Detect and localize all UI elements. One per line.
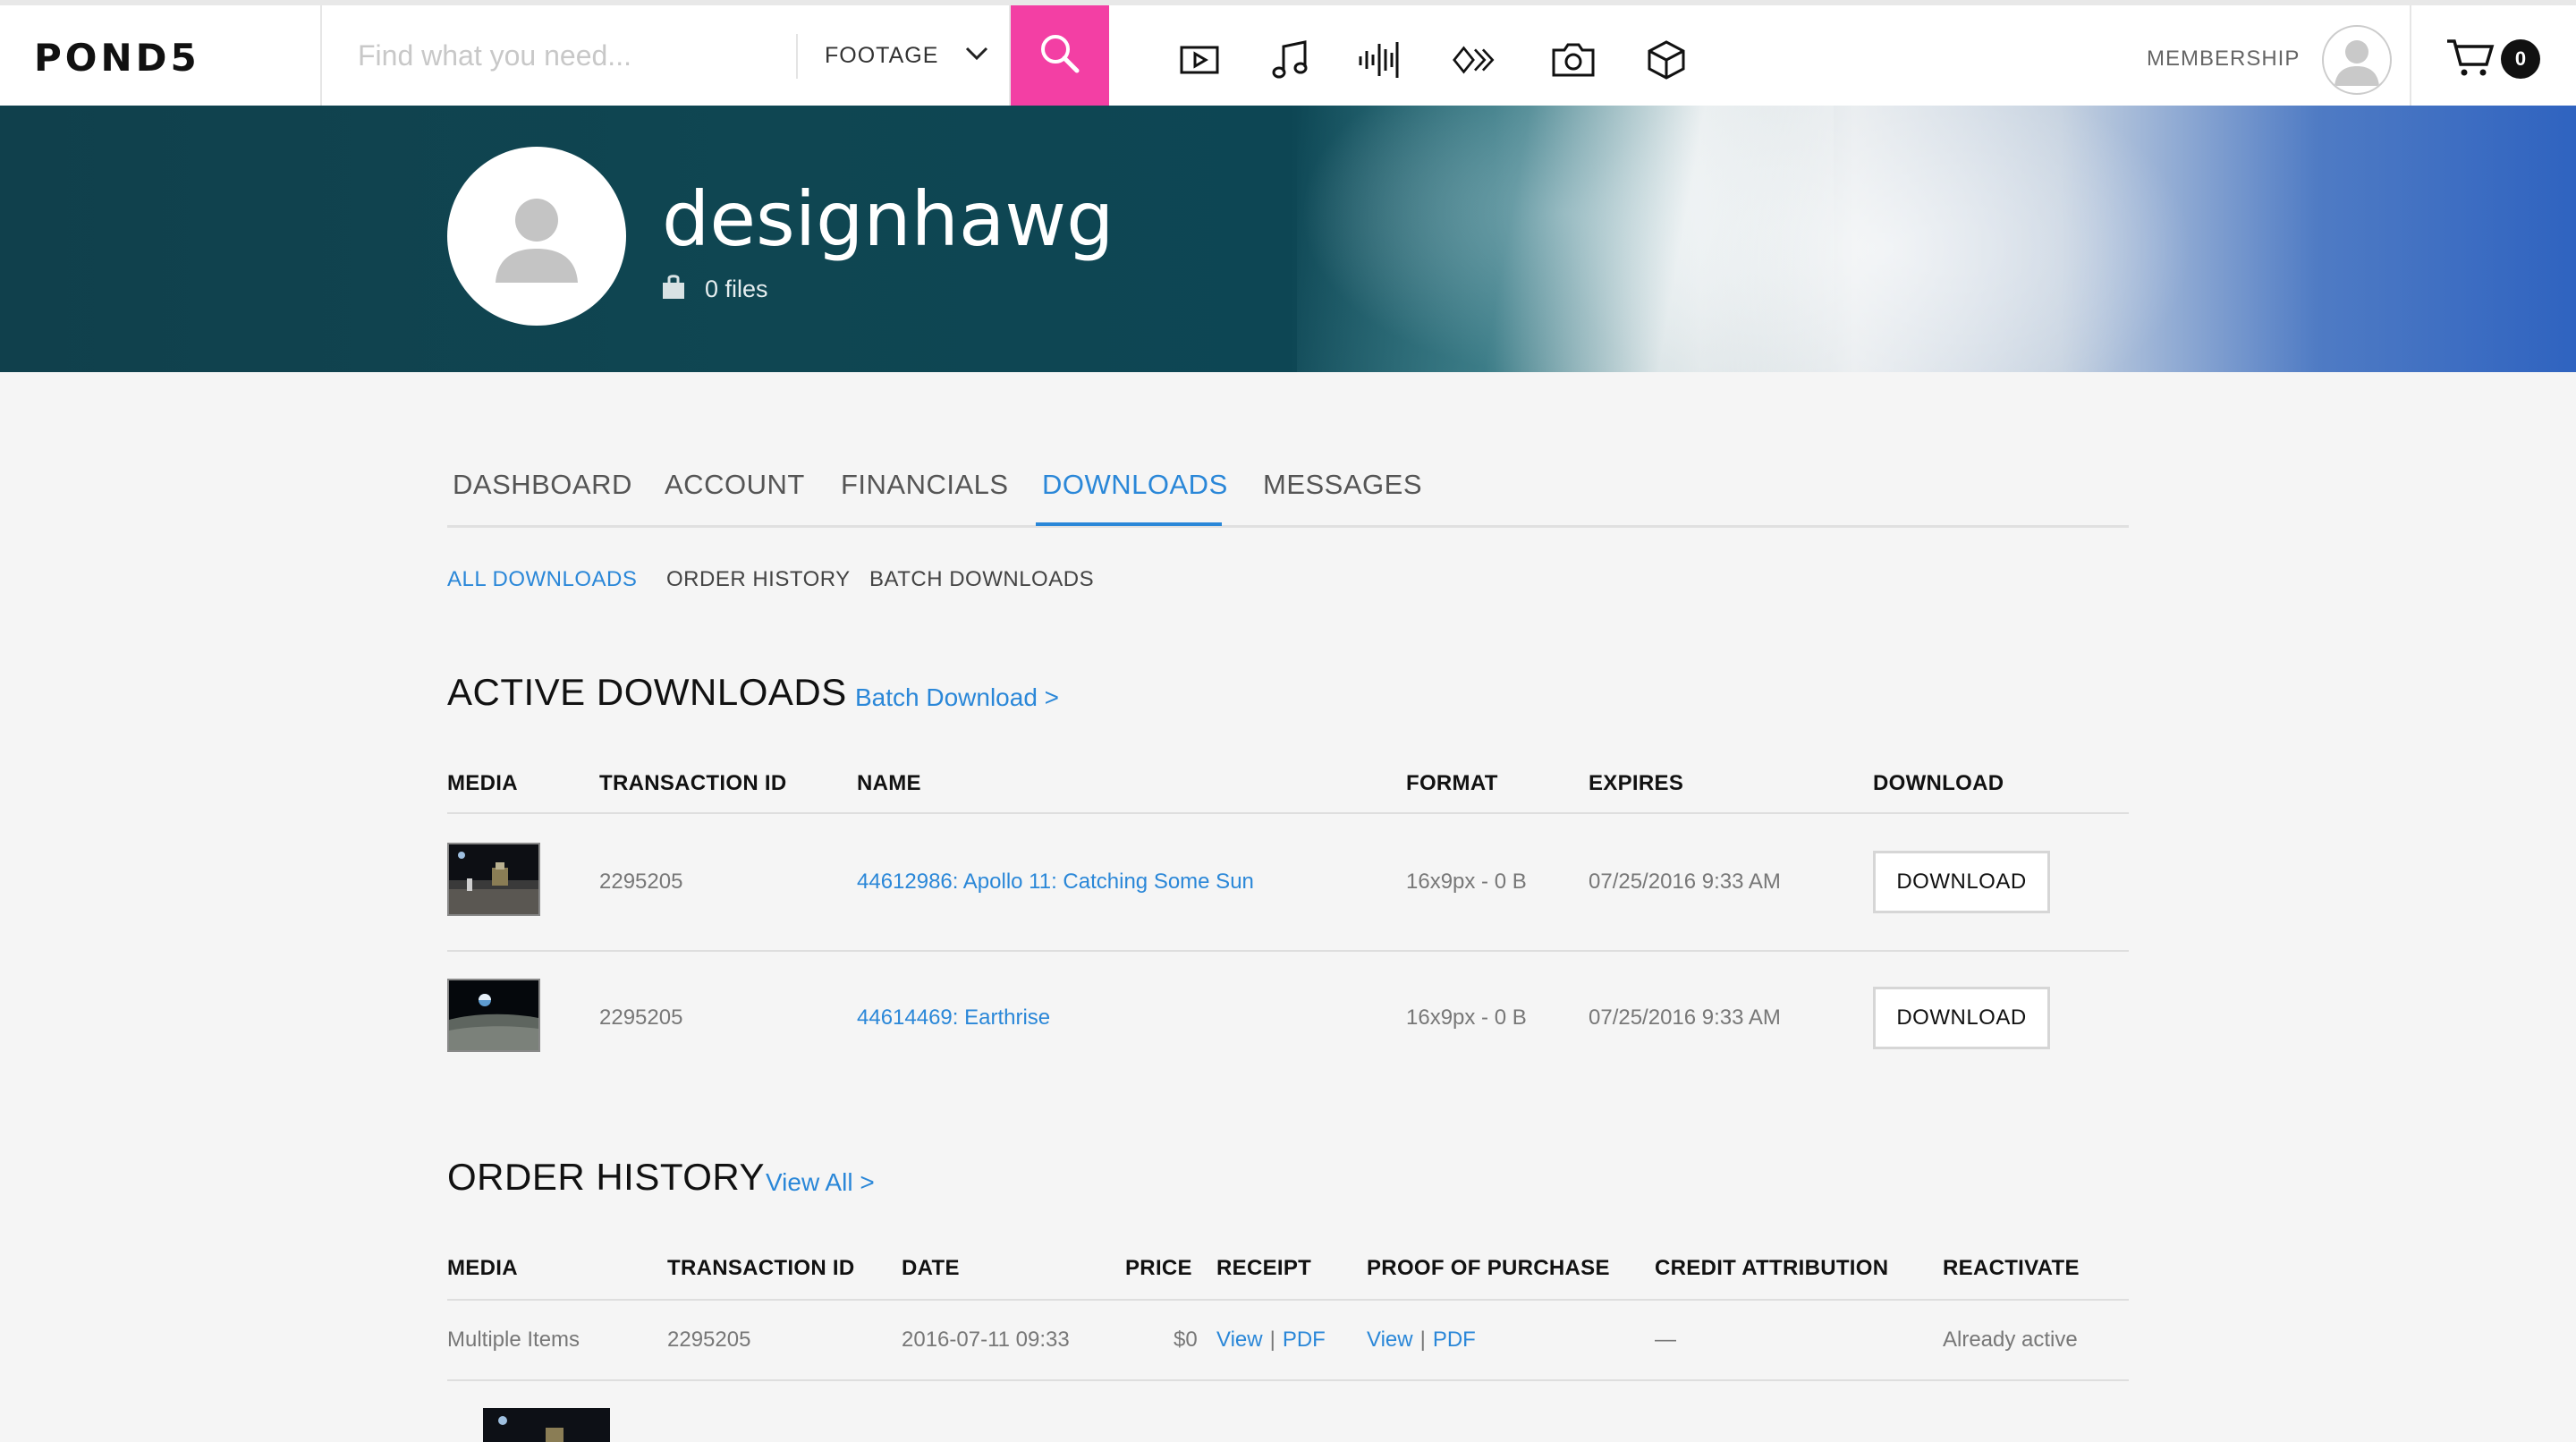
cart-count-badge: 0	[2501, 39, 2540, 79]
column-header-date: DATE	[902, 1256, 960, 1280]
column-header-reactivate: REACTIVATE	[1943, 1256, 2080, 1280]
link-separator: |	[1419, 1327, 1426, 1352]
transaction-id: 2295205	[599, 869, 683, 894]
column-header-transaction-id: TRANSACTION ID	[667, 1256, 855, 1280]
receipt-view-link[interactable]: View	[1216, 1327, 1263, 1352]
profile-banner	[0, 106, 2576, 372]
download-button[interactable]: DOWNLOAD	[1873, 987, 2050, 1049]
files-info: 0 files	[660, 274, 768, 305]
profile-avatar	[447, 147, 626, 326]
column-header-price: PRICE	[1125, 1256, 1192, 1280]
column-header-proof-of-purchase: PROOF OF PURCHASE	[1367, 1256, 1610, 1280]
active-downloads-heading: ACTIVE DOWNLOADS	[447, 671, 847, 713]
search-button[interactable]	[1011, 5, 1109, 106]
account-tabs: DASHBOARD ACCOUNT FINANCIALS DOWNLOADS M…	[447, 460, 2129, 528]
sound-effects-icon[interactable]	[1356, 38, 1401, 82]
pond5-logo[interactable]: POND5	[34, 36, 200, 80]
media-name-link[interactable]: 44614469: Earthrise	[857, 1005, 1050, 1031]
chevron-down-icon	[965, 47, 988, 65]
tab-financials[interactable]: FINANCIALS	[841, 469, 1009, 501]
proof-links: View | PDF	[1367, 1327, 1476, 1353]
order-price: $0	[1174, 1327, 1198, 1352]
user-avatar[interactable]	[2322, 25, 2392, 95]
files-count: 0 files	[705, 276, 768, 302]
table-divider	[447, 950, 2129, 952]
column-header-transaction-id: TRANSACTION ID	[599, 771, 787, 795]
table-divider	[447, 1299, 2129, 1301]
batch-download-link[interactable]: Batch Download >	[855, 683, 1059, 712]
format: 16x9px - 0 B	[1406, 869, 1527, 894]
expires: 07/25/2016 9:33 AM	[1589, 869, 1781, 894]
photo-icon[interactable]	[1551, 38, 1596, 82]
active-tab-underline	[1036, 522, 1222, 526]
after-effects-icon[interactable]	[1453, 38, 1497, 82]
profile-username: designhawg	[662, 175, 1114, 263]
expires: 07/25/2016 9:33 AM	[1589, 1005, 1781, 1030]
search-divider	[796, 34, 798, 79]
category-label: FOOTAGE	[825, 42, 939, 68]
column-header-format: FORMAT	[1406, 771, 1498, 795]
music-icon[interactable]	[1268, 38, 1313, 82]
search-input[interactable]	[358, 36, 733, 75]
order-history-heading: ORDER HISTORY	[447, 1156, 766, 1198]
credit-attribution: —	[1655, 1327, 1676, 1352]
search-box: FOOTAGE	[320, 5, 1011, 106]
media-name-link[interactable]: 44612986: Apollo 11: Catching Some Sun	[857, 869, 1254, 895]
table-divider	[447, 812, 2129, 814]
search-icon	[1038, 31, 1082, 81]
tab-downloads[interactable]: DOWNLOADS	[1042, 469, 1228, 501]
media-thumbnail[interactable]	[447, 979, 540, 1052]
tab-dashboard[interactable]: DASHBOARD	[453, 469, 632, 501]
3d-icon[interactable]	[1644, 38, 1689, 82]
subtab-all-downloads[interactable]: ALL DOWNLOADS	[447, 567, 637, 592]
category-dropdown[interactable]: FOOTAGE	[825, 30, 988, 81]
banner-wave	[1297, 106, 1834, 372]
download-button[interactable]: DOWNLOAD	[1873, 851, 2050, 913]
tab-account[interactable]: ACCOUNT	[665, 469, 805, 501]
proof-view-link[interactable]: View	[1367, 1327, 1413, 1352]
column-header-credit-attribution: CREDIT ATTRIBUTION	[1655, 1256, 1889, 1280]
video-icon[interactable]	[1177, 38, 1222, 82]
reactivate-status: Already active	[1943, 1327, 2078, 1352]
table-divider	[447, 1379, 2129, 1381]
subtab-order-history[interactable]: ORDER HISTORY	[666, 567, 851, 592]
nav-divider	[2410, 5, 2411, 106]
column-header-media: MEDIA	[447, 771, 518, 795]
order-media: Multiple Items	[447, 1327, 580, 1352]
view-all-link[interactable]: View All >	[766, 1168, 875, 1197]
receipt-pdf-link[interactable]: PDF	[1283, 1327, 1326, 1352]
media-thumbnail[interactable]	[447, 843, 540, 916]
column-header-media: MEDIA	[447, 1256, 518, 1280]
format: 16x9px - 0 B	[1406, 1005, 1527, 1030]
order-date: 2016-07-11 09:33	[902, 1327, 1070, 1352]
column-header-expires: EXPIRES	[1589, 771, 1684, 795]
subtab-batch-downloads[interactable]: BATCH DOWNLOADS	[869, 567, 1094, 592]
top-nav: POND5 FOOTAGE MEMBERSHIP	[0, 0, 2576, 106]
tab-messages[interactable]: MESSAGES	[1263, 469, 1422, 501]
column-header-download: DOWNLOAD	[1873, 771, 2004, 795]
receipt-links: View | PDF	[1216, 1327, 1326, 1353]
bag-icon	[660, 274, 687, 305]
transaction-id: 2295205	[599, 1005, 683, 1030]
proof-pdf-link[interactable]: PDF	[1433, 1327, 1476, 1352]
media-thumbnail[interactable]	[483, 1408, 610, 1442]
column-header-receipt: RECEIPT	[1216, 1256, 1312, 1280]
order-transaction-id: 2295205	[667, 1327, 751, 1352]
cart-icon[interactable]	[2445, 38, 2496, 81]
membership-link[interactable]: MEMBERSHIP	[2147, 47, 2300, 72]
link-separator: |	[1269, 1327, 1275, 1352]
column-header-name: NAME	[857, 771, 921, 795]
